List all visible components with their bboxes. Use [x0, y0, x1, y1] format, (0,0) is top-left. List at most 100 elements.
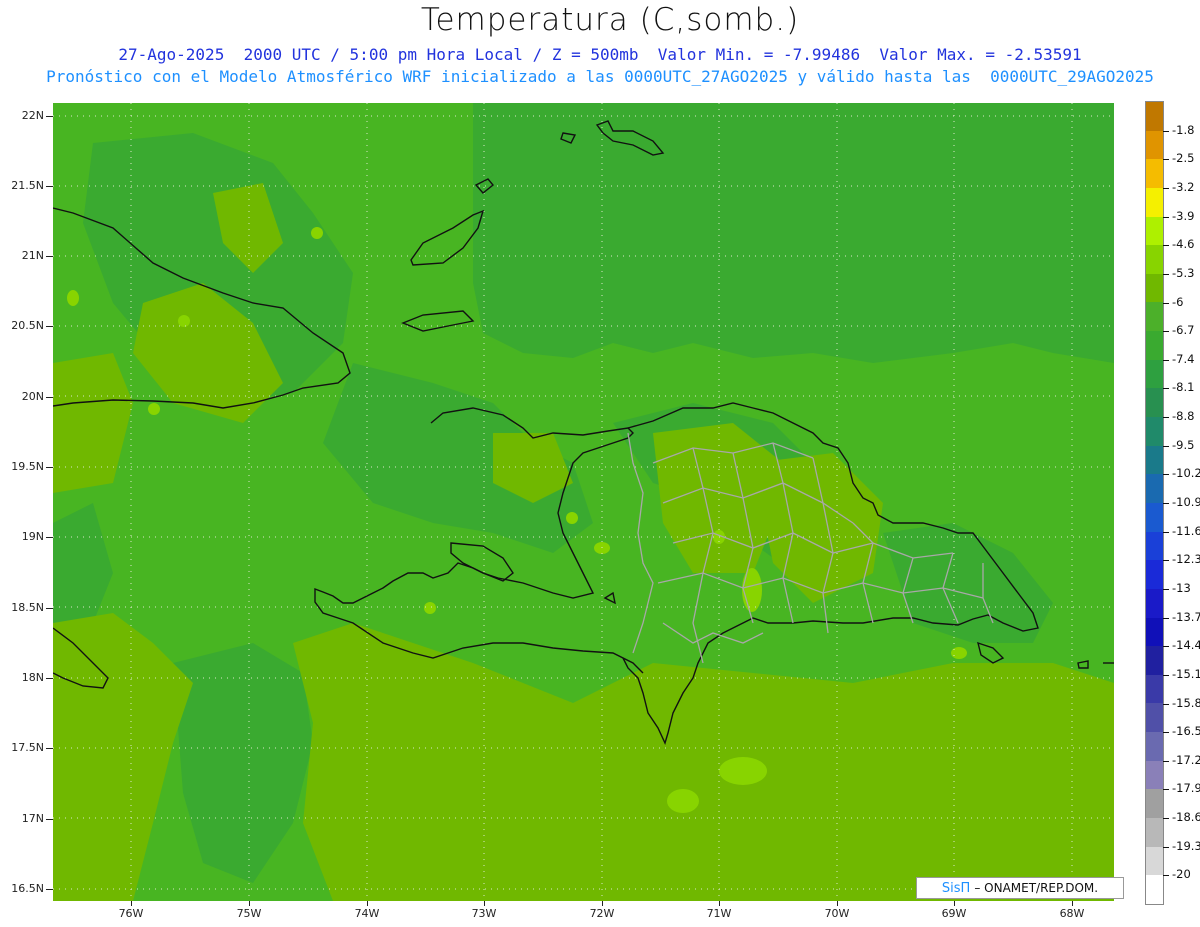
- colorbar-label: -20: [1172, 867, 1191, 882]
- colorbar-tick: [1163, 588, 1169, 590]
- colorbar-label: -5.3: [1172, 265, 1195, 280]
- subtitle-model-info: Pronóstico con el Modelo Atmosférico WRF…: [46, 67, 1154, 86]
- lat-label: 16.5N: [11, 882, 44, 895]
- colorbar-label: -11.6: [1172, 523, 1200, 538]
- colorbar-label: -18.6: [1172, 810, 1200, 825]
- lon-label: 73W: [471, 907, 497, 920]
- colorbar-tick: [1163, 646, 1169, 648]
- colorbar-tick: [1163, 674, 1169, 676]
- colorbar-label: -1.8: [1172, 122, 1195, 137]
- colorbar-label: -8.8: [1172, 409, 1195, 424]
- brand-org: – ONAMET/REP.DOM.: [974, 881, 1099, 895]
- lon-label: 75W: [236, 907, 262, 920]
- colorbar-swatch: [1146, 818, 1163, 847]
- colorbar-swatch: [1146, 417, 1163, 446]
- colorbar-swatch: [1146, 245, 1163, 274]
- brand-footer: SisΠ – ONAMET/REP.DOM.: [916, 877, 1124, 899]
- lat-label: 21.5N: [11, 179, 44, 192]
- colorbar-label: -4.6: [1172, 237, 1195, 252]
- colorbar-swatch: [1146, 674, 1163, 704]
- colorbar-swatch: [1146, 445, 1163, 475]
- colorbar-swatch: [1146, 531, 1163, 561]
- colorbar: [1145, 101, 1164, 905]
- colorbar-swatch: [1146, 560, 1163, 589]
- colorbar-label: -6.7: [1172, 323, 1195, 338]
- colorbar-tick: [1163, 789, 1169, 791]
- colorbar-tick: [1163, 245, 1169, 247]
- colorbar-tick: [1163, 331, 1169, 333]
- colorbar-tick: [1163, 760, 1169, 762]
- colorbar-label: -8.1: [1172, 380, 1195, 395]
- lon-label: 74W: [354, 907, 380, 920]
- colorbar-swatch: [1146, 302, 1163, 332]
- chart-title: Temperatura (C,somb.): [420, 2, 800, 38]
- colorbar-label: -16.5: [1172, 724, 1200, 739]
- colorbar-tick: [1163, 417, 1169, 419]
- colorbar-swatch: [1146, 474, 1163, 503]
- lat-label: 19N: [21, 530, 44, 543]
- colorbar-swatch: [1146, 789, 1163, 819]
- colorbar-swatch: [1146, 875, 1163, 904]
- brand-sis: SisΠ: [941, 880, 971, 896]
- colorbar-label: -15.1: [1172, 666, 1200, 681]
- colorbar-tick: [1163, 130, 1169, 132]
- colorbar-label: -3.2: [1172, 179, 1195, 194]
- lat-label: 22N: [21, 109, 44, 122]
- lat-label: 17N: [21, 812, 44, 825]
- colorbar-tick: [1163, 703, 1169, 705]
- colorbar-label: -19.3: [1172, 838, 1200, 853]
- colorbar-tick: [1163, 617, 1169, 619]
- colorbar-swatch: [1146, 187, 1163, 217]
- colorbar-swatch: [1146, 760, 1163, 790]
- lon-label: 70W: [824, 907, 850, 920]
- colorbar-label: -17.2: [1172, 752, 1200, 767]
- colorbar-label: -14.4: [1172, 638, 1200, 653]
- colorbar-label: -10.2: [1172, 466, 1200, 481]
- lon-label: 76W: [118, 907, 144, 920]
- colorbar-tick: [1163, 388, 1169, 390]
- colorbar-swatch: [1146, 331, 1163, 360]
- colorbar-tick: [1163, 732, 1169, 734]
- colorbar-tick: [1163, 159, 1169, 161]
- lat-label: 18.5N: [11, 601, 44, 614]
- colorbar-label: -13.7: [1172, 609, 1200, 624]
- colorbar-tick: [1163, 818, 1169, 820]
- colorbar-label: -13: [1172, 580, 1191, 595]
- colorbar-swatch: [1146, 102, 1163, 131]
- colorbar-swatch: [1146, 588, 1163, 618]
- colorbar-tick: [1163, 445, 1169, 447]
- colorbar-swatch: [1146, 359, 1163, 389]
- colorbar-label: -2.5: [1172, 151, 1195, 166]
- lat-label: 20N: [21, 390, 44, 403]
- colorbar-label: -12.3: [1172, 552, 1200, 567]
- colorbar-label: -15.8: [1172, 695, 1200, 710]
- colorbar-swatch: [1146, 646, 1163, 675]
- lon-label: 69W: [941, 907, 967, 920]
- map-canvas: [53, 103, 1114, 901]
- colorbar-swatch: [1146, 159, 1163, 188]
- colorbar-tick: [1163, 359, 1169, 361]
- colorbar-swatch: [1146, 617, 1163, 647]
- lon-label: 68W: [1059, 907, 1085, 920]
- subtitle-date-range: 27-Ago-2025 2000 UTC / 5:00 pm Hora Loca…: [118, 45, 1082, 64]
- colorbar-label: -9.5: [1172, 437, 1195, 452]
- colorbar-label: -6: [1172, 294, 1184, 309]
- colorbar-tick: [1163, 503, 1169, 504]
- lat-label: 21N: [21, 249, 44, 262]
- colorbar-tick: [1163, 531, 1169, 533]
- colorbar-swatch: [1146, 732, 1163, 761]
- lat-label: 20.5N: [11, 319, 44, 332]
- lat-label: 17.5N: [11, 741, 44, 754]
- colorbar-tick: [1163, 302, 1169, 304]
- colorbar-label: -10.9: [1172, 495, 1200, 509]
- lon-label: 71W: [706, 907, 732, 920]
- colorbar-label: -3.9: [1172, 208, 1195, 223]
- colorbar-swatch: [1146, 846, 1163, 876]
- colorbar-tick: [1163, 474, 1169, 476]
- lat-label: 19.5N: [11, 460, 44, 473]
- lat-label: 18N: [21, 671, 44, 684]
- temperature-map: [53, 103, 1114, 901]
- colorbar-tick: [1163, 273, 1169, 275]
- colorbar-tick: [1163, 875, 1169, 877]
- colorbar-tick: [1163, 560, 1169, 562]
